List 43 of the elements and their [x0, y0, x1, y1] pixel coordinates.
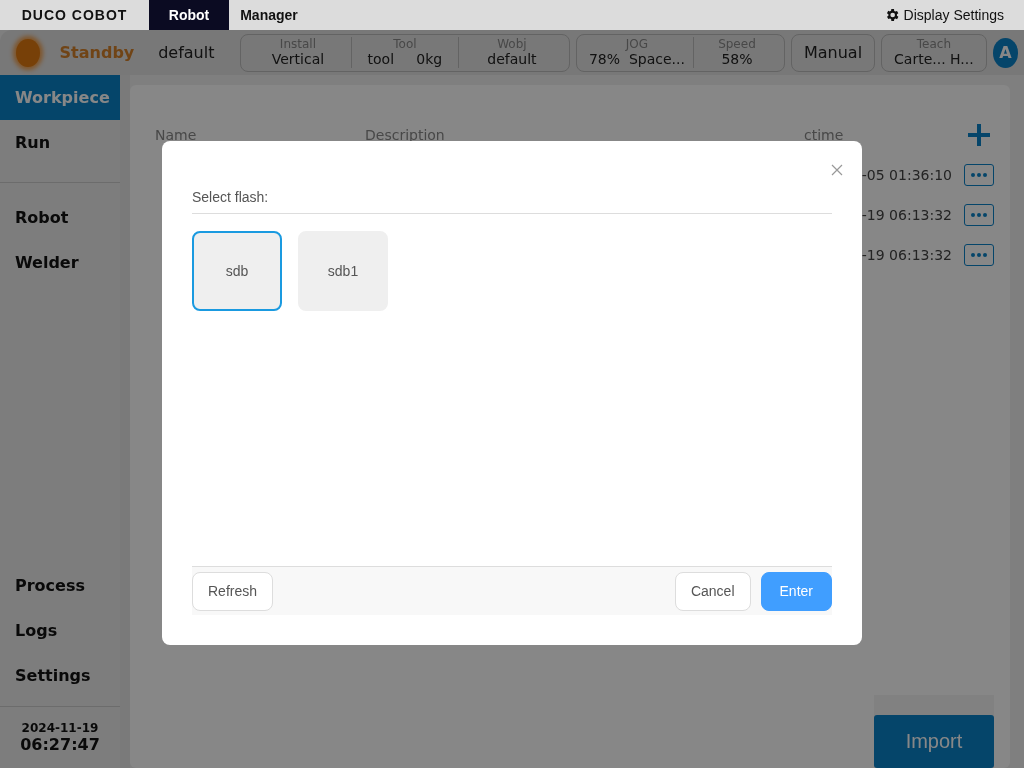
logo: DUCO COBOT	[20, 6, 129, 25]
more-button[interactable]	[964, 164, 994, 186]
column-header: Description	[365, 127, 446, 143]
column-header: Name	[155, 127, 198, 143]
more-button[interactable]	[964, 244, 994, 266]
dialog-label: Select flash:	[192, 189, 832, 214]
import-button[interactable]: Import	[874, 715, 994, 768]
refresh-button[interactable]: Refresh	[192, 571, 274, 611]
cancel-button[interactable]: Cancel	[674, 571, 751, 611]
more-button[interactable]	[964, 204, 994, 226]
field-value: Vertical	[271, 51, 325, 68]
device-tile[interactable]: sdb	[192, 231, 282, 311]
field-value: Carte... H...	[894, 51, 974, 68]
program-name: default	[158, 43, 216, 62]
sidebar-item[interactable]: Settings	[0, 653, 120, 698]
field-value: 78% Space...	[588, 51, 685, 68]
status-group[interactable]: Manual	[790, 33, 876, 72]
date: 2024-11-19	[21, 721, 99, 735]
table-cell: -19 06:13:32	[861, 247, 952, 263]
field-value: Manual	[802, 43, 864, 62]
sidebar-item[interactable]: Process	[0, 563, 120, 608]
column-header: ctime	[804, 127, 845, 143]
sidebar-item[interactable]: Run	[0, 120, 120, 165]
add-icon[interactable]	[966, 122, 992, 148]
avatar[interactable]: A	[992, 37, 1018, 68]
display-settings-link[interactable]: Display Settings	[903, 7, 1004, 23]
sidebar-item[interactable]: Robot	[0, 195, 120, 240]
enter-button[interactable]: Enter	[760, 571, 832, 611]
robot-state: Standby	[58, 43, 136, 62]
nav-tab[interactable]: Manager	[229, 0, 309, 30]
sidebar-item[interactable]: Workpiece	[0, 75, 120, 120]
nav-tab[interactable]: Robot	[149, 0, 229, 30]
close-icon[interactable]	[831, 164, 843, 176]
device-tile[interactable]: sdb1	[298, 231, 388, 311]
table-cell: -19 06:13:32	[861, 207, 952, 223]
field-value: tool 0kg	[367, 51, 443, 68]
field-value: default	[487, 51, 537, 68]
table-cell: -05 01:36:10	[861, 167, 952, 183]
field-value: 58%	[721, 51, 753, 68]
sidebar-item[interactable]: Welder	[0, 240, 120, 285]
time: 06:27:47	[20, 735, 100, 754]
status-lamp-icon	[16, 38, 40, 67]
sidebar-item[interactable]: Logs	[0, 608, 120, 653]
